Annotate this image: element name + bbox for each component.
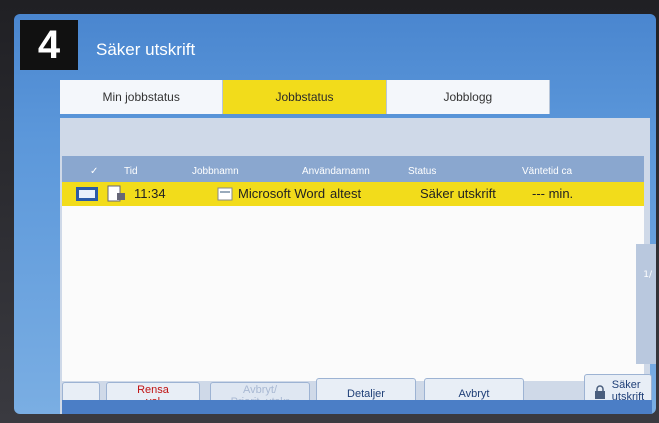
page-indicator: 1/ — [643, 270, 652, 280]
step-number: 4 — [20, 20, 78, 70]
job-name: Microsoft Word — [238, 186, 326, 201]
status-tabs[interactable]: Min jobbstatus Jobbstatus Jobblogg — [60, 80, 550, 114]
page-title: Säker utskrift — [96, 40, 196, 59]
job-status: Säker utskrift — [420, 186, 496, 201]
clear-selection-line1: Rensa — [137, 384, 169, 396]
column-status: Status — [408, 166, 437, 177]
column-anvandarnamn: Användarnamn — [302, 166, 370, 177]
tab-label: Min jobbstatus — [102, 90, 180, 104]
printer-panel-screen: 4 Säker utskrift Min jobbstatus Jobbstat… — [14, 14, 656, 414]
details-label: Detaljer — [347, 388, 385, 400]
tab-label: Jobblogg — [443, 90, 493, 104]
column-vantetid: Väntetid ca — [522, 166, 573, 177]
lock-icon — [594, 385, 605, 399]
queue-icon — [76, 187, 98, 201]
job-user: altest — [330, 186, 362, 201]
scrollbar[interactable] — [636, 244, 656, 364]
job-time: 11:34 — [134, 186, 166, 201]
cancel-label: Avbryt — [458, 388, 490, 400]
step-number-text: 4 — [37, 22, 61, 67]
tab-jobblogg[interactable]: Jobblogg — [386, 80, 550, 114]
document-lock-icon — [107, 185, 125, 202]
column-jobbnamn: Jobbnamn — [192, 166, 239, 177]
job-list-body[interactable] — [62, 206, 644, 381]
cancel-priority-line1: Avbryt/ — [242, 384, 278, 396]
tab-jobbstatus[interactable]: Jobbstatus — [223, 80, 387, 114]
table-row[interactable]: 11:34 Microsoft Word altest Säker utskri… — [62, 182, 644, 206]
job-wait: --- min. — [532, 186, 574, 201]
bottom-strip — [62, 400, 652, 414]
column-select: ✓ — [90, 166, 99, 177]
tab-label: Jobbstatus — [275, 90, 334, 104]
table-header: ✓ Tid Jobbnamn Användarnamn Status Vänte… — [62, 156, 644, 182]
column-tid: Tid — [124, 166, 138, 177]
tab-min-jobbstatus[interactable]: Min jobbstatus — [60, 80, 224, 114]
document-icon — [217, 187, 233, 201]
